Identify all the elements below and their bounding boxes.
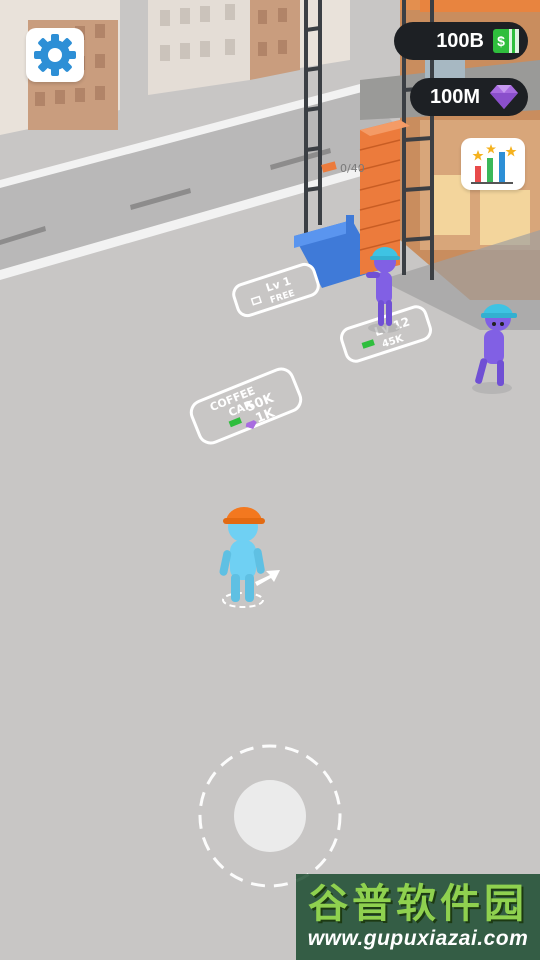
stats-button[interactable]	[461, 138, 525, 190]
watermark-url: www.gupuxiazai.com	[307, 927, 529, 950]
dollar-bill-icon: $	[493, 29, 519, 53]
watermark-title: 谷普软件园	[308, 882, 528, 926]
cash-counter: 100B $	[394, 22, 528, 60]
gems-counter: 100M	[410, 78, 528, 116]
watermark: 谷普软件园 www.gupuxiazai.com	[296, 874, 540, 960]
diamond-icon	[490, 85, 518, 109]
cash-value: 100B	[436, 29, 484, 52]
bar-chart-stars-icon	[471, 144, 517, 184]
svg-text:$: $	[497, 33, 505, 49]
lift-counter: 0/40	[340, 162, 365, 175]
virtual-joystick[interactable]	[196, 742, 344, 890]
gems-value: 100M	[429, 85, 480, 108]
joystick-knob[interactable]	[234, 780, 306, 852]
settings-button[interactable]	[26, 28, 84, 82]
gear-icon	[34, 34, 76, 76]
